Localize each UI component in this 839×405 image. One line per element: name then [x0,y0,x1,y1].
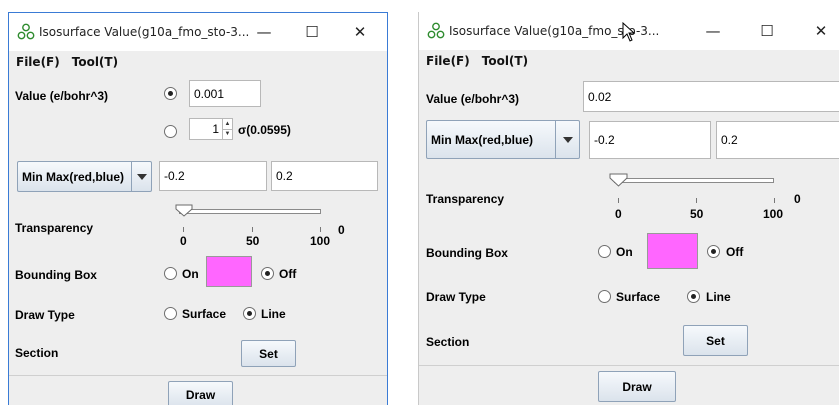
bbox-on-radio[interactable] [164,267,177,280]
line-label: Line [706,290,731,304]
bbox-color-swatch[interactable] [206,256,252,287]
surface-radio[interactable] [598,290,611,303]
separator [419,365,839,366]
tick-0 [618,198,619,203]
surface-radio[interactable] [164,307,177,320]
app-molecule-icon [17,23,35,40]
tick-label-0: 0 [615,207,622,221]
minmax-combo[interactable]: Min Max(red,blue) [426,120,580,159]
tick-50 [252,227,253,232]
sigma-spinner-value: 1 [212,122,219,136]
dropdown-arrow-icon [562,136,573,143]
bbox-on-radio[interactable] [598,245,611,258]
transparency-slider-thumb[interactable] [175,204,193,217]
section-label: Section [15,346,59,360]
sigma-radio[interactable] [164,125,177,138]
tick-100 [320,227,321,232]
bbox-off-label: Off [279,267,297,281]
menu-file[interactable]: File(F) [9,55,66,69]
transparency-label: Transparency [426,192,505,206]
spinner-down-icon[interactable]: ▼ [223,130,232,140]
value-label: Value (e/bohr^3) [426,92,520,106]
draw-button[interactable]: Draw [598,371,676,402]
section-label: Section [426,335,470,349]
tick-0 [183,227,184,232]
minimize-button[interactable]: — [690,12,736,50]
close-button[interactable]: ✕ [337,13,383,51]
tick-100 [774,198,775,203]
tick-50 [696,198,697,203]
minimize-button[interactable]: — [241,13,287,51]
menu-bar: File(F) Tool(T) [419,50,839,72]
max-value-input[interactable]: 0.2 [716,121,839,159]
mouse-cursor-icon [622,22,636,42]
isosurface-window-1: Isosurface Value(g10a_fmo_sto-3... — ☐ ✕… [8,12,388,405]
set-button[interactable]: Set [683,325,748,356]
line-radio[interactable] [687,290,700,303]
transparency-slider-track[interactable] [614,178,774,183]
dropdown-arrow-icon [136,173,147,180]
bbox-on-label: On [616,245,633,259]
value-input[interactable]: 0.02 [583,81,839,112]
max-value-input[interactable]: 0.2 [271,161,378,191]
surface-label: Surface [182,307,227,321]
sigma-spinner[interactable]: 1 ▲ ▼ [189,118,233,140]
bbox-off-radio[interactable] [261,267,274,280]
set-button[interactable]: Set [241,340,296,367]
bounding-box-label: Bounding Box [426,246,508,260]
surface-label: Surface [616,290,661,304]
tick-label-50: 50 [246,234,260,248]
spinner-up-icon[interactable]: ▲ [223,119,232,130]
tick-label-100: 100 [763,207,784,221]
line-radio[interactable] [243,307,256,320]
window-title: Isosurface Value(g10a_fmo_sto-3... [39,25,250,39]
min-value-input[interactable]: -0.2 [589,121,711,159]
minmax-combo[interactable]: Min Max(red,blue) [17,161,152,192]
draw-button[interactable]: Draw [168,381,233,405]
maximize-button[interactable]: ☐ [744,12,790,50]
isosurface-window-2: Isosurface Value(g10a_fmo_sto-3... — ☐ ✕… [418,12,839,405]
sigma-label: σ(0.0595) [238,123,291,137]
bbox-on-label: On [182,267,199,281]
tick-label-0: 0 [180,234,187,248]
menu-tool[interactable]: Tool(T) [66,55,124,69]
tick-label-50: 50 [690,207,704,221]
bbox-off-radio[interactable] [707,245,720,258]
menu-file[interactable]: File(F) [419,54,476,68]
value-input[interactable]: 0.001 [189,80,261,107]
separator [9,375,387,376]
bbox-off-label: Off [726,245,744,259]
tick-label-100: 100 [310,234,331,248]
transparency-value: 0 [794,192,801,206]
bounding-box-label: Bounding Box [15,268,97,282]
draw-type-label: Draw Type [15,308,75,322]
maximize-button[interactable]: ☐ [289,13,335,51]
title-bar[interactable]: Isosurface Value(g10a_fmo_sto-3... — ☐ ✕ [9,13,387,51]
transparency-label: Transparency [15,221,94,235]
title-bar[interactable]: Isosurface Value(g10a_fmo_sto-3... — ☐ ✕ [419,12,839,50]
close-button[interactable]: ✕ [798,12,839,50]
transparency-slider-thumb[interactable] [609,173,628,187]
value-label: Value (e/bohr^3) [15,89,109,103]
menu-bar: File(F) Tool(T) [9,51,387,73]
bbox-color-swatch[interactable] [647,233,698,269]
line-label: Line [261,307,286,321]
minmax-combo-label: Min Max(red,blue) [431,132,534,147]
min-value-input[interactable]: -0.2 [159,161,267,191]
transparency-value: 0 [338,223,345,237]
menu-tool[interactable]: Tool(T) [476,54,534,68]
app-molecule-icon [427,22,445,39]
draw-type-label: Draw Type [426,290,486,304]
value-radio[interactable] [164,87,177,100]
minmax-combo-label: Min Max(red,blue) [22,169,125,184]
transparency-slider-track[interactable] [179,209,321,214]
